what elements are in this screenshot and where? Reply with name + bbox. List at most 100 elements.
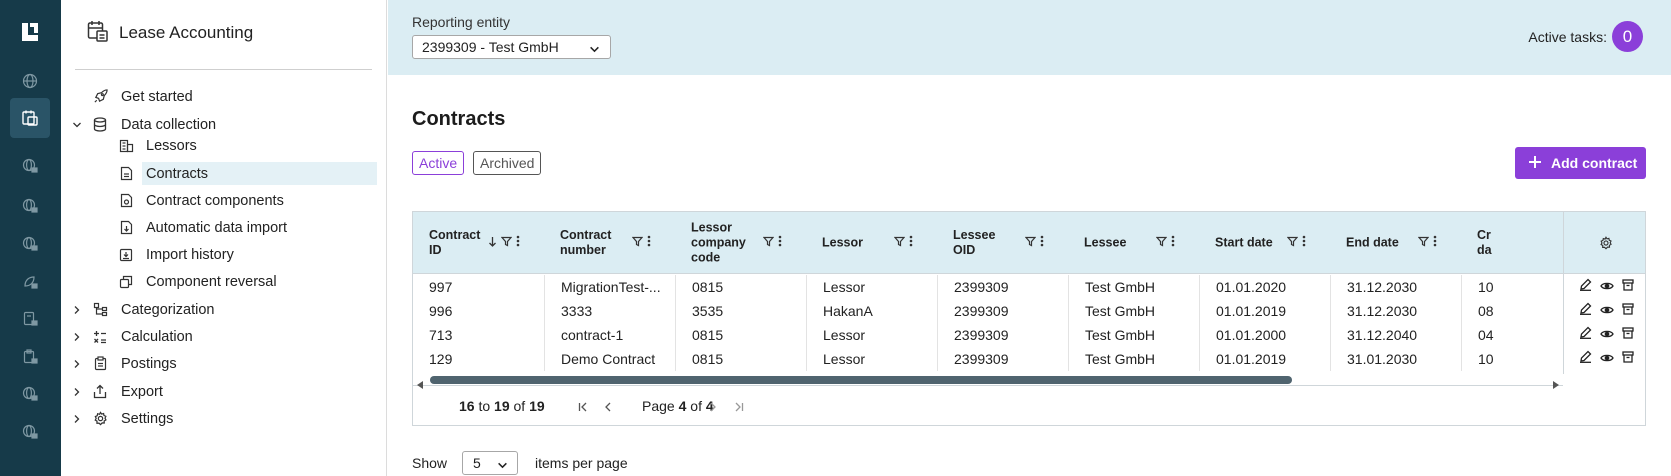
next-page-icon[interactable] (705, 399, 721, 415)
sidebar-item-import-history[interactable]: Import history (61, 243, 377, 266)
globe-lock-icon[interactable] (17, 381, 43, 407)
logo-icon[interactable] (18, 20, 42, 44)
view-icon[interactable] (1599, 350, 1614, 368)
column-menu-icon[interactable] (909, 234, 913, 252)
globe-lock-icon[interactable] (17, 419, 43, 445)
cell-lessee-oid: 2399309 (937, 275, 1068, 299)
plus-icon (1529, 155, 1541, 171)
column-header-contract-number[interactable]: Contract number (544, 212, 675, 274)
sidebar-divider (75, 69, 372, 70)
filter-icon[interactable] (1286, 234, 1299, 252)
cell-start-date: 01.01.2000 (1199, 323, 1330, 347)
reversal-icon (118, 274, 134, 290)
cell-contract-number: 3333 (544, 299, 675, 323)
column-header-lessee-oid[interactable]: Lessee OID (937, 212, 1068, 274)
sidebar-item-lessors[interactable]: Lessors (61, 134, 377, 157)
nav-item-get-started[interactable]: Get started (61, 85, 377, 108)
active-tasks-badge[interactable]: 0 (1612, 21, 1643, 52)
globe-lock-icon[interactable] (17, 193, 43, 219)
filter-icon[interactable] (500, 234, 513, 252)
clipboard-lock-icon[interactable] (17, 344, 43, 370)
view-icon[interactable] (1599, 302, 1614, 320)
cell-lessee-oid: 2399309 (937, 299, 1068, 323)
column-header-start-date[interactable]: Start date (1199, 212, 1330, 274)
filter-icon[interactable] (1417, 234, 1430, 252)
nav-item-calculation[interactable]: Calculation (61, 325, 377, 348)
sort-desc-icon[interactable] (488, 234, 497, 252)
archive-icon[interactable] (1621, 278, 1634, 296)
app-root: Lease Accounting Get started Data collec… (0, 0, 1671, 476)
nav-item-categorization[interactable]: Categorization (61, 298, 377, 321)
leaf-lock-icon[interactable] (17, 269, 43, 295)
nav-item-postings[interactable]: Postings (61, 352, 377, 375)
last-page-icon[interactable] (730, 399, 746, 415)
column-menu-icon[interactable] (1171, 234, 1175, 252)
document-lock-icon[interactable] (17, 306, 43, 332)
pagination-range: 16 to 19 of 19 (459, 398, 545, 414)
column-menu-icon[interactable] (1433, 234, 1437, 252)
filter-icon[interactable] (893, 234, 906, 252)
row-actions (1564, 275, 1645, 299)
edit-icon[interactable] (1579, 350, 1592, 368)
column-menu-icon[interactable] (516, 234, 520, 252)
filter-icon[interactable] (1155, 234, 1168, 252)
calculator-icon (92, 329, 108, 345)
column-header-lessor[interactable]: Lessor (806, 212, 937, 274)
edit-icon[interactable] (1579, 326, 1592, 344)
column-header-created-date[interactable]: Cr da (1461, 212, 1563, 274)
chevron-down-icon (71, 119, 83, 131)
cell-end-date: 31.01.2030 (1330, 347, 1461, 371)
column-menu-icon[interactable] (1302, 234, 1306, 252)
items-per-page-select[interactable]: 5 (462, 451, 518, 475)
column-menu-icon[interactable] (1040, 234, 1044, 252)
table-row[interactable]: 129 Demo Contract 0815 Lessor 2399309 Te… (413, 347, 1563, 371)
column-menu-icon[interactable] (778, 234, 782, 252)
cell-lessee: Test GmbH (1068, 299, 1199, 323)
cell-start-date: 01.01.2019 (1199, 347, 1330, 371)
nav-item-export[interactable]: Export (61, 380, 377, 403)
column-settings-icon[interactable] (1564, 212, 1645, 274)
edit-icon[interactable] (1579, 302, 1592, 320)
sidebar-item-contracts[interactable]: Contracts (61, 162, 377, 185)
globe-icon[interactable] (17, 68, 43, 94)
reporting-entity-select[interactable]: 2399309 - Test GmbH (412, 35, 611, 59)
table-row[interactable]: 996 3333 3535 HakanA 2399309 Test GmbH 0… (413, 299, 1563, 323)
sidebar-item-automatic-data-import[interactable]: Automatic data import (61, 216, 377, 239)
filter-icon[interactable] (762, 234, 775, 252)
edit-icon[interactable] (1579, 278, 1592, 296)
filter-archived-chip[interactable]: Archived (473, 151, 542, 175)
table-row[interactable]: 997 MigrationTest-... 0815 Lessor 239930… (413, 275, 1563, 299)
cell-created-date: 10 (1461, 347, 1563, 371)
lease-accounting-icon[interactable] (10, 98, 50, 138)
archive-icon[interactable] (1621, 350, 1634, 368)
column-header-end-date[interactable]: End date (1330, 212, 1461, 274)
globe-lock-icon[interactable] (17, 153, 43, 179)
table-row[interactable]: 713 contract-1 0815 Lessor 2399309 Test … (413, 323, 1563, 347)
filter-active-chip[interactable]: Active (412, 151, 465, 175)
column-header-contract-id[interactable]: Contract ID (413, 212, 544, 274)
archive-icon[interactable] (1621, 326, 1634, 344)
first-page-icon[interactable] (575, 399, 591, 415)
view-icon[interactable] (1599, 278, 1614, 296)
column-header-lessor-company-code[interactable]: Lessor company code (675, 212, 806, 274)
horizontal-scrollbar[interactable] (413, 372, 1563, 389)
scrollbar-thumb[interactable] (430, 376, 1292, 384)
globe-lock-icon[interactable] (17, 231, 43, 257)
filter-icon[interactable] (631, 234, 644, 252)
cell-lessee: Test GmbH (1068, 347, 1199, 371)
cell-end-date: 31.12.2030 (1330, 275, 1461, 299)
cell-contract-id: 997 (429, 279, 453, 295)
previous-page-icon[interactable] (600, 399, 616, 415)
column-header-lessee[interactable]: Lessee (1068, 212, 1199, 274)
nav-item-data-collection[interactable]: Data collection (61, 113, 377, 136)
sidebar-item-component-reversal[interactable]: Component reversal (61, 270, 377, 293)
filter-icon[interactable] (1024, 234, 1037, 252)
nav-item-settings[interactable]: Settings (61, 407, 377, 430)
sidebar-item-contract-components[interactable]: Contract components (61, 189, 377, 212)
view-icon[interactable] (1599, 326, 1614, 344)
archive-icon[interactable] (1621, 302, 1634, 320)
add-contract-button[interactable]: Add contract (1515, 147, 1646, 179)
cell-lessee: Test GmbH (1068, 275, 1199, 299)
column-menu-icon[interactable] (647, 234, 651, 252)
sidebar: Lease Accounting Get started Data collec… (61, 0, 387, 476)
